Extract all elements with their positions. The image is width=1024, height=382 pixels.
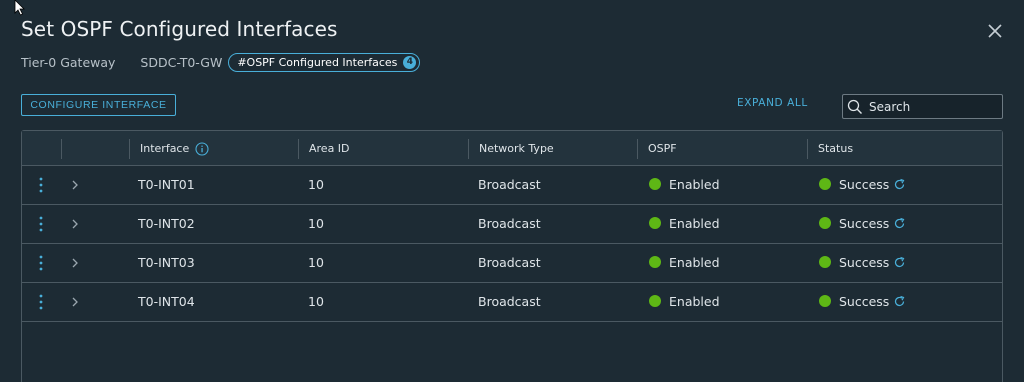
chevron-right-icon[interactable] bbox=[70, 257, 80, 269]
gateway-type-label: Tier-0 Gateway bbox=[21, 54, 116, 70]
row-status: Success bbox=[819, 166, 906, 202]
datagrid-header: Interface Area ID Network Type OSPF Stat… bbox=[22, 131, 1002, 166]
refresh-icon[interactable] bbox=[893, 178, 906, 191]
column-header-status[interactable]: Status bbox=[807, 131, 1002, 166]
column-header-ospf[interactable]: OSPF bbox=[637, 131, 807, 166]
area-id: 10 bbox=[308, 215, 324, 231]
search-field[interactable] bbox=[842, 94, 1003, 119]
status-dot-icon bbox=[819, 256, 831, 268]
search-input[interactable] bbox=[869, 99, 999, 114]
badge-label: #OSPF Configured Interfaces bbox=[237, 55, 398, 69]
status-dot-icon bbox=[819, 295, 831, 307]
ospf-state: Enabled bbox=[649, 244, 720, 280]
status-dot-icon bbox=[649, 295, 661, 307]
column-separator bbox=[61, 139, 62, 159]
configure-interface-button[interactable]: CONFIGURE INTERFACE bbox=[21, 94, 176, 116]
chevron-right-icon[interactable] bbox=[70, 296, 80, 308]
interface-name: T0-INT04 bbox=[138, 293, 195, 309]
refresh-icon[interactable] bbox=[893, 295, 906, 308]
area-id: 10 bbox=[308, 254, 324, 270]
close-icon[interactable] bbox=[986, 22, 1004, 40]
ospf-state: Enabled bbox=[649, 166, 720, 202]
vertical-ellipsis-icon[interactable] bbox=[36, 254, 46, 272]
status-dot-icon bbox=[819, 178, 831, 190]
refresh-icon[interactable] bbox=[893, 217, 906, 230]
search-icon bbox=[847, 99, 862, 114]
table-row: T0-INT04 10 Broadcast Enabled Success bbox=[22, 283, 1002, 322]
modal-title: Set OSPF Configured Interfaces bbox=[21, 17, 338, 41]
interface-name: T0-INT03 bbox=[138, 254, 195, 270]
column-header-interface[interactable]: Interface bbox=[129, 131, 298, 166]
row-status: Success bbox=[819, 244, 906, 280]
table-row: T0-INT02 10 Broadcast Enabled Success bbox=[22, 205, 1002, 244]
interface-name: T0-INT01 bbox=[138, 176, 195, 192]
badge-count: 4 bbox=[403, 55, 417, 69]
vertical-ellipsis-icon[interactable] bbox=[36, 176, 46, 194]
area-id: 10 bbox=[308, 293, 324, 309]
chevron-right-icon[interactable] bbox=[70, 218, 80, 230]
status-dot-icon bbox=[649, 217, 661, 229]
status-dot-icon bbox=[649, 178, 661, 190]
vertical-ellipsis-icon[interactable] bbox=[36, 215, 46, 233]
row-status: Success bbox=[819, 283, 906, 319]
interfaces-datagrid: Interface Area ID Network Type OSPF Stat… bbox=[21, 130, 1003, 382]
interface-name: T0-INT02 bbox=[138, 215, 195, 231]
network-type: Broadcast bbox=[478, 176, 541, 192]
configured-interfaces-badge: #OSPF Configured Interfaces 4 bbox=[228, 52, 421, 72]
vertical-ellipsis-icon[interactable] bbox=[36, 293, 46, 311]
refresh-icon[interactable] bbox=[893, 256, 906, 269]
ospf-state: Enabled bbox=[649, 205, 720, 241]
column-header-area-id[interactable]: Area ID bbox=[298, 131, 468, 166]
ospf-state: Enabled bbox=[649, 283, 720, 319]
mouse-cursor-icon bbox=[14, 0, 25, 16]
network-type: Broadcast bbox=[478, 293, 541, 309]
table-row: T0-INT03 10 Broadcast Enabled Success bbox=[22, 244, 1002, 283]
chevron-right-icon[interactable] bbox=[70, 179, 80, 191]
table-row: T0-INT01 10 Broadcast Enabled Success bbox=[22, 166, 1002, 205]
row-status: Success bbox=[819, 205, 906, 241]
info-icon[interactable] bbox=[195, 141, 209, 156]
area-id: 10 bbox=[308, 176, 324, 192]
network-type: Broadcast bbox=[478, 254, 541, 270]
status-dot-icon bbox=[819, 217, 831, 229]
gateway-breadcrumb: Tier-0 Gateway SDDC-T0-GW #OSPF Configur… bbox=[21, 52, 421, 72]
column-header-network-type[interactable]: Network Type bbox=[468, 131, 637, 166]
network-type: Broadcast bbox=[478, 215, 541, 231]
status-dot-icon bbox=[649, 256, 661, 268]
gateway-name: SDDC-T0-GW bbox=[140, 54, 223, 70]
expand-all-link[interactable]: EXPAND ALL bbox=[737, 97, 808, 109]
